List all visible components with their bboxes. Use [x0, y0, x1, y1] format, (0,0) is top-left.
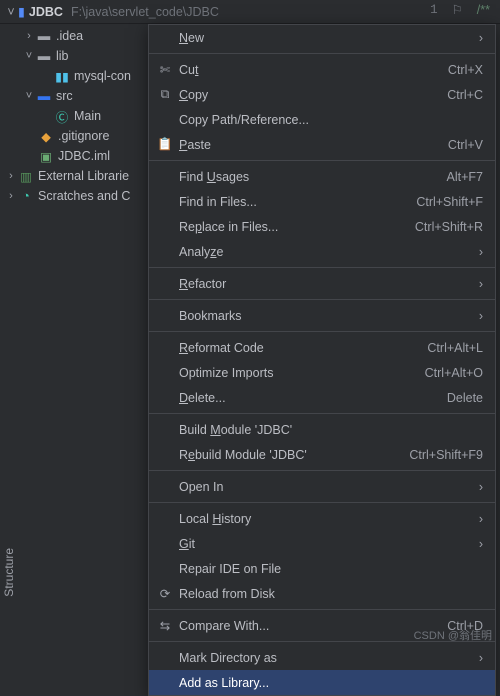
menu-git[interactable]: Git ›: [149, 531, 495, 556]
chevron-down-icon: ˅: [22, 50, 36, 62]
menu-mark-directory[interactable]: Mark Directory as ›: [149, 645, 495, 670]
folder-icon: ▬: [36, 29, 52, 43]
menu-separator: [149, 413, 495, 414]
paste-icon: 📋: [157, 137, 173, 152]
chevron-right-icon: ›: [479, 480, 483, 494]
menu-separator: [149, 299, 495, 300]
chevron-right-icon: ›: [479, 31, 483, 45]
jar-icon: ▮▮: [54, 69, 70, 84]
menu-bookmarks[interactable]: Bookmarks ›: [149, 303, 495, 328]
menu-replace-in-files[interactable]: Replace in Files... Ctrl+Shift+R: [149, 214, 495, 239]
folder-icon: ▬: [36, 49, 52, 63]
menu-separator: [149, 53, 495, 54]
bookmark-icon[interactable]: ⚐: [452, 2, 463, 17]
module-icon: ▣: [38, 149, 54, 164]
menu-open-in[interactable]: Open In ›: [149, 474, 495, 499]
menu-copy[interactable]: ⧉ Copy Ctrl+C: [149, 82, 495, 107]
menu-build-module[interactable]: Build Module 'JDBC': [149, 417, 495, 442]
project-icon: ▮: [18, 4, 25, 19]
chevron-down-icon: ˅: [22, 90, 36, 102]
chevron-right-icon: ›: [4, 190, 18, 202]
chevron-right-icon: ›: [22, 30, 36, 42]
structure-tool-tab[interactable]: Structure: [2, 548, 16, 597]
libraries-icon: ▥: [18, 169, 34, 184]
menu-reformat[interactable]: Reformat Code Ctrl+Alt+L: [149, 335, 495, 360]
chevron-right-icon: ›: [479, 309, 483, 323]
menu-separator: [149, 470, 495, 471]
editor-gutter: 1 ⚐ /**: [430, 2, 490, 17]
scratches-icon: ◔: [18, 189, 34, 203]
menu-reload[interactable]: ⟳ Reload from Disk: [149, 581, 495, 606]
gitignore-icon: ◆: [38, 129, 54, 144]
menu-copy-path[interactable]: Copy Path/Reference...: [149, 107, 495, 132]
project-header[interactable]: ˅ ▮ JDBC F:\java\servlet_code\JDBC: [0, 0, 500, 24]
line-number: 1: [430, 3, 438, 17]
cut-icon: ✄: [157, 62, 173, 77]
menu-cut[interactable]: ✄ Cut Ctrl+X: [149, 57, 495, 82]
chevron-right-icon: ›: [479, 651, 483, 665]
compare-icon: ⇆: [157, 618, 173, 633]
menu-separator: [149, 267, 495, 268]
menu-separator: [149, 609, 495, 610]
menu-separator: [149, 160, 495, 161]
copy-icon: ⧉: [157, 87, 173, 102]
project-name: JDBC: [29, 5, 63, 19]
menu-repair[interactable]: Repair IDE on File: [149, 556, 495, 581]
menu-paste[interactable]: 📋 Paste Ctrl+V: [149, 132, 495, 157]
watermark: CSDN @翁佳明: [414, 627, 492, 643]
menu-optimize[interactable]: Optimize Imports Ctrl+Alt+O: [149, 360, 495, 385]
menu-add-as-library[interactable]: Add as Library...: [149, 670, 495, 695]
menu-separator: [149, 331, 495, 332]
context-menu: New › ✄ Cut Ctrl+X ⧉ Copy Ctrl+C Copy Pa…: [148, 24, 496, 696]
chevron-right-icon: ›: [479, 245, 483, 259]
class-icon: Ⓒ: [54, 107, 70, 126]
chevron-right-icon: ›: [479, 537, 483, 551]
chevron-down-icon: ˅: [4, 5, 18, 19]
source-folder-icon: ▬: [36, 89, 52, 103]
menu-rebuild-module[interactable]: Rebuild Module 'JDBC' Ctrl+Shift+F9: [149, 442, 495, 467]
chevron-right-icon: ›: [4, 170, 18, 182]
menu-find-in-files[interactable]: Find in Files... Ctrl+Shift+F: [149, 189, 495, 214]
menu-separator: [149, 502, 495, 503]
menu-find-usages[interactable]: Find Usages Alt+F7: [149, 164, 495, 189]
menu-analyze[interactable]: Analyze ›: [149, 239, 495, 264]
menu-new[interactable]: New ›: [149, 25, 495, 50]
chevron-right-icon: ›: [479, 277, 483, 291]
menu-local-history[interactable]: Local History ›: [149, 506, 495, 531]
reload-icon: ⟳: [157, 586, 173, 601]
menu-delete[interactable]: Delete... Delete: [149, 385, 495, 410]
project-path: F:\java\servlet_code\JDBC: [71, 5, 219, 19]
comment-text: /**: [477, 3, 490, 17]
menu-refactor[interactable]: Refactor ›: [149, 271, 495, 296]
chevron-right-icon: ›: [479, 512, 483, 526]
